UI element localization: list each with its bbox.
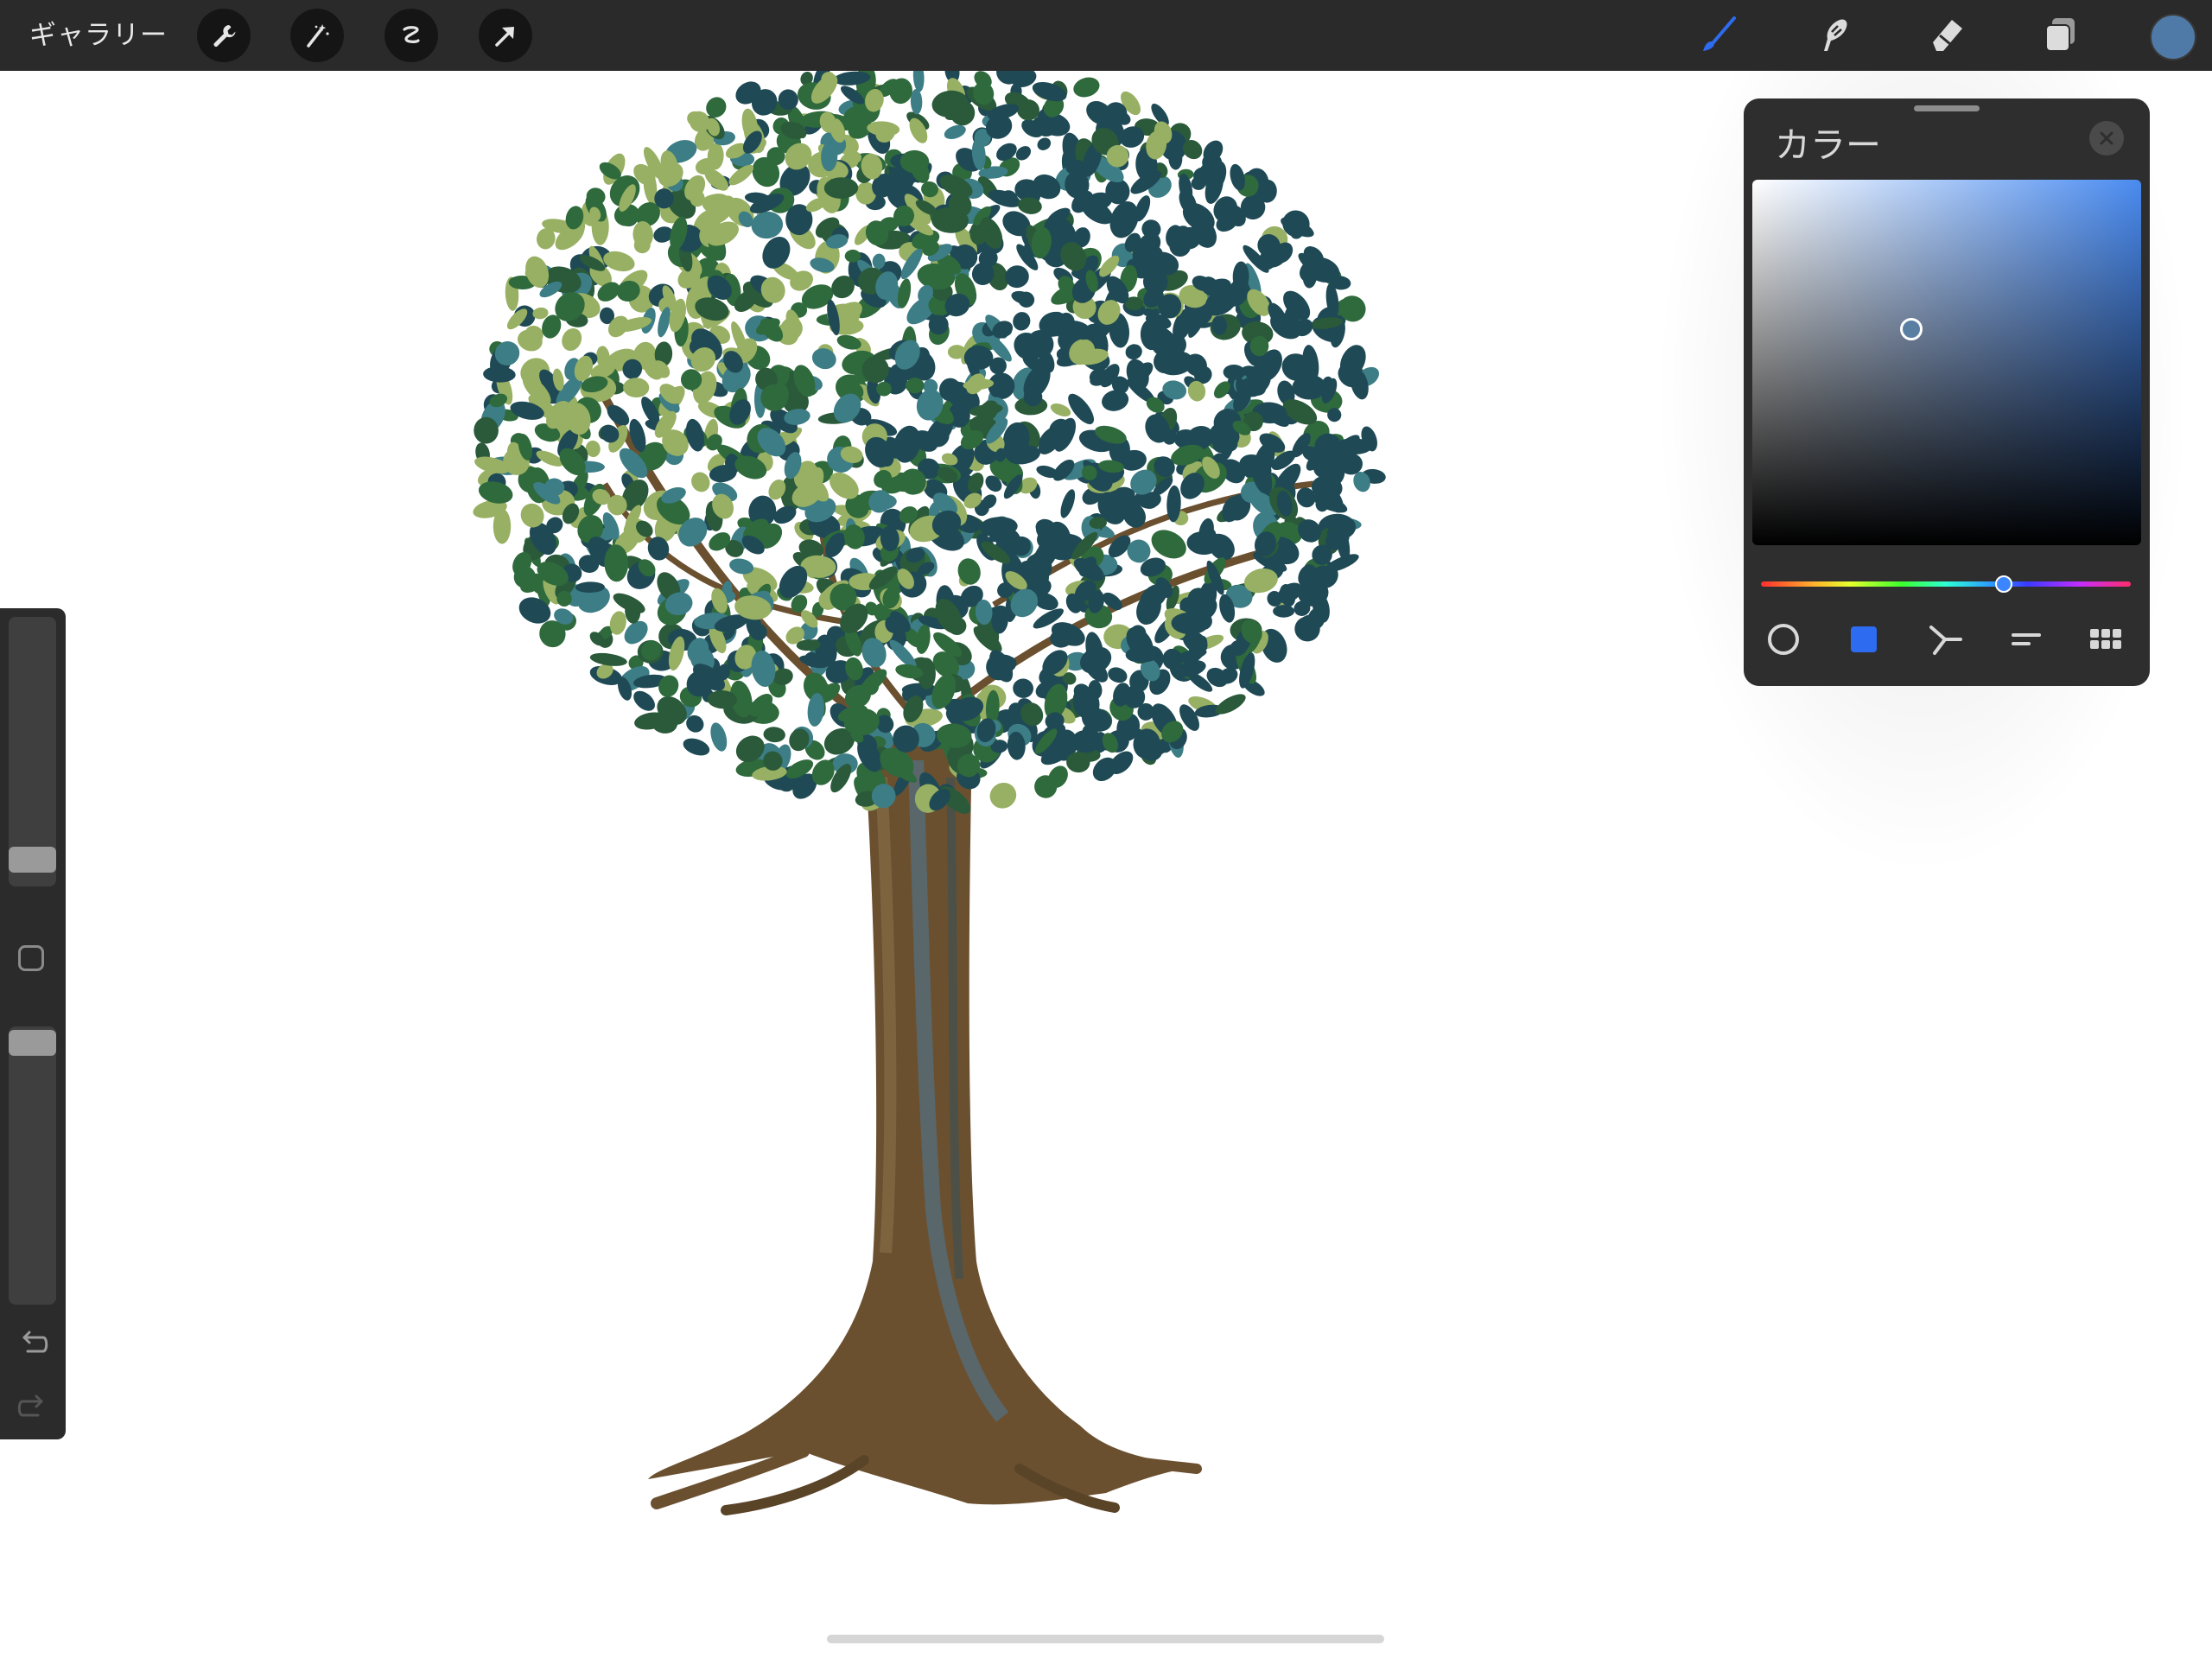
leaf-cluster	[763, 727, 785, 743]
leaf-cluster	[710, 722, 728, 752]
eraser-icon	[1933, 20, 1962, 51]
leaf-cluster	[1073, 77, 1100, 98]
leaf-cluster	[1013, 312, 1031, 331]
gallery-button[interactable]: ギャラリー	[29, 16, 168, 55]
leaf-cluster	[811, 348, 836, 370]
layers-icon	[2045, 18, 2075, 52]
leaf-cluster	[963, 345, 994, 371]
selection-icon	[403, 26, 420, 43]
close-button[interactable]	[2089, 121, 2124, 156]
magic-wand-icon	[307, 24, 329, 48]
eraser-tool-button[interactable]	[1920, 9, 1974, 62]
color-panel: カラー	[1744, 98, 2150, 686]
leaf-cluster	[1037, 137, 1052, 150]
leaf-cluster	[1273, 605, 1295, 618]
leaf-cluster	[1005, 265, 1029, 289]
brush-tool-button[interactable]	[1692, 9, 1745, 62]
actions-button[interactable]	[197, 9, 251, 62]
leaf-cluster	[691, 472, 710, 492]
redo-icon[interactable]	[16, 1389, 50, 1424]
opacity-slider[interactable]	[9, 1026, 56, 1305]
brush-size-handle[interactable]	[9, 847, 56, 873]
undo-icon[interactable]	[16, 1325, 50, 1360]
color-panel-title: カラー	[1775, 124, 1881, 166]
disc-mode-button[interactable]	[1763, 619, 1804, 660]
hue-slider-knob[interactable]	[1995, 575, 2012, 593]
palettes-mode-button[interactable]	[2085, 619, 2126, 660]
selection-button[interactable]	[385, 9, 438, 62]
tree-foliage	[473, 71, 1386, 814]
value-mode-button[interactable]	[2005, 619, 2046, 660]
leaf-cluster	[1013, 678, 1033, 698]
leaf-cluster	[1050, 403, 1071, 417]
left-sidebar	[0, 608, 66, 1439]
leaf-cluster	[1125, 344, 1142, 360]
leaf-cluster	[912, 71, 925, 92]
leaf-cluster	[751, 211, 784, 239]
leaf-cluster	[483, 365, 516, 383]
leaf-cluster	[623, 378, 650, 398]
disc-mode-icon	[1768, 624, 1799, 655]
palettes-mode-icon	[2090, 629, 2121, 649]
color-picker-cursor[interactable]	[1900, 318, 1923, 340]
leaf-cluster	[562, 327, 582, 352]
panel-grabber[interactable]	[1914, 105, 1980, 111]
harmony-mode-button[interactable]	[1924, 619, 1966, 660]
hue-slider[interactable]	[1761, 581, 2131, 587]
transform-button[interactable]	[479, 9, 532, 62]
brush-icon	[1703, 16, 1736, 51]
leaf-cluster	[589, 652, 627, 666]
leaf-cluster	[1060, 489, 1076, 518]
leaf-cluster	[474, 416, 499, 444]
leaf-cluster	[957, 558, 981, 585]
modify-button[interactable]	[18, 945, 44, 971]
opacity-handle[interactable]	[9, 1030, 56, 1056]
leaf-cluster	[989, 782, 1017, 809]
adjustments-button[interactable]	[290, 9, 344, 62]
leaf-cluster	[1108, 667, 1128, 683]
layers-button[interactable]	[2034, 9, 2088, 62]
classic-mode-button[interactable]	[1843, 619, 1885, 660]
classic-mode-icon	[1851, 626, 1877, 652]
leaf-cluster	[633, 690, 655, 711]
harmony-mode-icon	[1929, 626, 1962, 655]
color-button[interactable]	[2150, 14, 2196, 60]
smudge-tool-button[interactable]	[1806, 9, 1859, 62]
wrench-icon	[213, 25, 236, 47]
smudge-icon	[1824, 19, 1847, 51]
home-indicator[interactable]	[827, 1635, 1384, 1643]
close-icon	[2100, 131, 2113, 145]
saturation-brightness-picker[interactable]	[1752, 180, 2141, 545]
top-toolbar: ギャラリー	[0, 0, 2212, 71]
leaf-cluster	[683, 738, 710, 756]
value-mode-icon	[2012, 633, 2041, 645]
transform-arrow-icon	[495, 27, 514, 47]
